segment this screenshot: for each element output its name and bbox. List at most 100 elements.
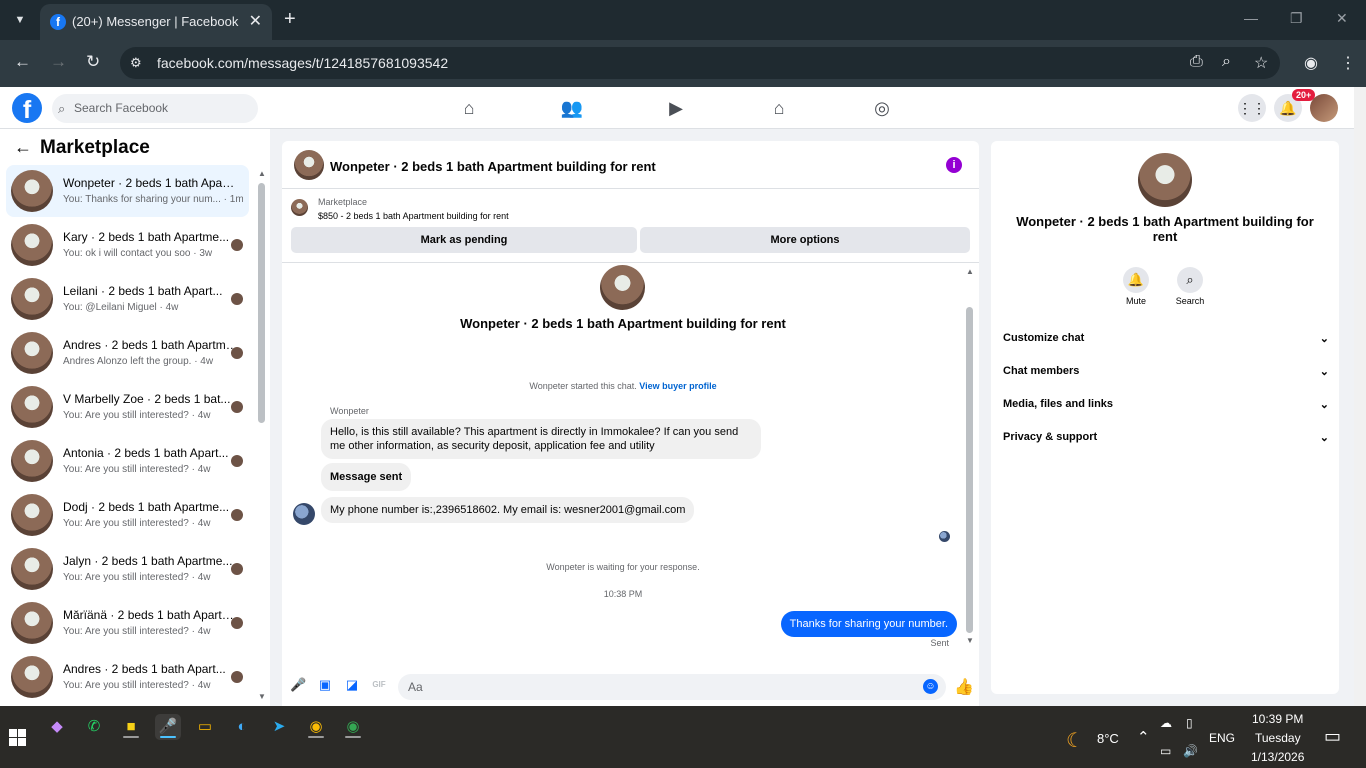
message-timestamp: 10:38 PM xyxy=(603,589,643,599)
customize-chat-row[interactable]: Customize chat ⌄ xyxy=(1003,332,1329,356)
clock-day[interactable]: Tuesday xyxy=(1255,731,1301,745)
edge-icon[interactable]: ◐ xyxy=(229,714,255,740)
input-language[interactable]: ENG xyxy=(1209,731,1235,745)
mark-as-pending-button[interactable]: Mark as pending xyxy=(291,227,637,253)
listing-thumbnail[interactable] xyxy=(291,199,308,216)
incoming-message-bubble[interactable]: Hello, is this still available? This apa… xyxy=(321,419,761,459)
conversation-preview: You: Are you still interested? · 4w xyxy=(63,410,211,421)
marketplace-icon[interactable]: ⌂ xyxy=(765,95,793,121)
facebook-logo-icon[interactable]: f xyxy=(12,93,42,124)
profile-icon[interactable]: ◉ xyxy=(1304,53,1318,73)
search-in-chat-icon[interactable]: ⌕ xyxy=(1177,267,1203,293)
maximize-icon[interactable]: ❐ xyxy=(1290,10,1303,27)
conversation-item[interactable]: Dodj · 2 beds 1 bath Apartme... You: Are … xyxy=(6,489,249,541)
copilot-icon[interactable]: ◆ xyxy=(44,714,70,740)
sticker-icon[interactable]: ◪ xyxy=(344,677,360,693)
minimize-icon[interactable]: — xyxy=(1244,10,1258,26)
more-options-button[interactable]: More options xyxy=(640,227,970,253)
conversation-item[interactable]: Jalyn · 2 beds 1 bath Apartme... You: Are… xyxy=(6,543,249,595)
whatsapp-icon[interactable]: ✆ xyxy=(81,714,107,740)
tab-search-chevron-icon[interactable]: ▼ xyxy=(8,8,32,32)
active-indicator xyxy=(160,736,176,738)
like-thumb-icon[interactable]: 👍 xyxy=(954,677,974,697)
thread-scroll-down-icon[interactable]: ▼ xyxy=(966,636,974,645)
back-icon[interactable]: ← xyxy=(14,52,31,72)
tray-app-icon[interactable]: ▯ xyxy=(1186,716,1193,730)
thread-scrollbar[interactable] xyxy=(966,307,973,633)
conversation-item[interactable]: Andres · 2 beds 1 bath Apartme... Andres … xyxy=(6,327,249,379)
account-avatar[interactable] xyxy=(1310,94,1338,122)
thread-scroll-up-icon[interactable]: ▲ xyxy=(966,267,974,276)
video-icon[interactable]: ▶ xyxy=(662,95,690,121)
chat-members-row[interactable]: Chat members ⌄ xyxy=(1003,365,1329,389)
media-files-links-row[interactable]: Media, files and links ⌄ xyxy=(1003,398,1329,422)
browser-tab-bar: ▼ f (20+) Messenger | Facebook ✕ + — ❐ ✕ xyxy=(0,0,1366,40)
forward-icon[interactable]: → xyxy=(50,52,67,72)
weather-moon-icon[interactable]: ☾ xyxy=(1066,728,1084,753)
conversation-item[interactable]: Antonia · 2 beds 1 bath Apart... You: Are… xyxy=(6,435,249,487)
details-avatar[interactable] xyxy=(1138,153,1192,207)
window-close-icon[interactable]: ✕ xyxy=(1336,10,1348,27)
facebook-search-input[interactable]: ⌕ Search Facebook xyxy=(52,94,258,123)
conversation-item[interactable]: Kary · 2 beds 1 bath Apartme... You: ok i… xyxy=(6,219,249,271)
reload-icon[interactable]: ↻ xyxy=(86,52,100,72)
tab-close-icon[interactable]: ✕ xyxy=(249,11,262,31)
new-tab-icon[interactable]: + xyxy=(284,8,296,30)
menu-grid-icon[interactable]: ⋮⋮ xyxy=(1238,94,1266,122)
windows-start-icon[interactable] xyxy=(9,729,26,746)
page-scrollbar[interactable] xyxy=(1354,87,1366,706)
sender-avatar[interactable] xyxy=(293,503,315,525)
incoming-message-bubble[interactable]: My phone number is:,2396518602. My email… xyxy=(321,497,695,523)
conversation-avatar xyxy=(11,332,53,374)
clock-date[interactable]: 1/13/2026 xyxy=(1251,750,1304,764)
home-icon[interactable]: ⌂ xyxy=(455,95,483,121)
thread-avatar[interactable] xyxy=(600,265,645,310)
network-icon[interactable]: ▭ xyxy=(1160,744,1171,758)
volume-icon[interactable]: 🔊 xyxy=(1183,744,1198,758)
info-icon[interactable]: i xyxy=(946,157,962,173)
clock-time[interactable]: 10:39 PM xyxy=(1252,712,1303,726)
mute-bell-icon[interactable]: 🔔 xyxy=(1123,267,1149,293)
conversation-name: Dodj · 2 beds 1 bath Apartme... xyxy=(63,500,230,514)
microphone-icon[interactable]: 🎤 xyxy=(290,677,306,693)
conversation-scrollbar[interactable] xyxy=(258,183,265,423)
conversation-name: Leilani · 2 beds 1 bath Apart... xyxy=(63,284,223,298)
site-settings-icon[interactable]: ⚙ xyxy=(130,55,142,71)
address-bar[interactable]: ⚙ facebook.com/messages/t/12418576810935… xyxy=(120,47,1280,79)
friends-icon[interactable]: 👥 xyxy=(558,95,586,121)
conversation-item[interactable]: V Marbelly Zoe · 2 beds 1 bat... You: Are… xyxy=(6,381,249,433)
search-placeholder: Search Facebook xyxy=(74,101,169,115)
tray-chevron-up-icon[interactable]: ⌃ xyxy=(1137,728,1150,746)
browser-menu-icon[interactable]: ⋮ xyxy=(1340,53,1356,73)
chat-pane: Wonpeter · 2 beds 1 bath Apartment build… xyxy=(282,141,979,706)
browser-tab[interactable]: f (20+) Messenger | Facebook ✕ xyxy=(40,4,272,40)
view-buyer-profile-link[interactable]: View buyer profile xyxy=(639,381,716,391)
chat-title[interactable]: Wonpeter · 2 beds 1 bath Apartment build… xyxy=(330,159,656,174)
scroll-down-icon[interactable]: ▼ xyxy=(258,692,266,701)
file-explorer-icon[interactable]: ▭ xyxy=(192,714,218,740)
gif-icon[interactable]: GIF xyxy=(371,677,387,693)
outgoing-message-bubble[interactable]: Thanks for sharing your number. xyxy=(780,611,957,637)
telegram-icon[interactable]: ➤ xyxy=(266,714,292,740)
listing-title[interactable]: $850 - 2 beds 1 bath Apartment building … xyxy=(318,211,509,221)
weather-temperature[interactable]: 8°C xyxy=(1097,731,1119,746)
groups-icon[interactable]: ◎ xyxy=(868,95,896,121)
conversation-item[interactable]: Wonpeter · 2 beds 1 bath Apart... You: Th… xyxy=(6,165,249,217)
onedrive-icon[interactable]: ☁ xyxy=(1160,716,1172,730)
conversation-item[interactable]: Andres · 2 beds 1 bath Apart... You: Are … xyxy=(6,651,249,703)
chat-avatar[interactable] xyxy=(294,150,324,180)
privacy-support-row[interactable]: Privacy & support ⌄ xyxy=(1003,431,1329,455)
zoom-icon[interactable]: ⌕ xyxy=(1222,53,1231,71)
conversation-item[interactable]: Leilani · 2 beds 1 bath Apart... You: @Le… xyxy=(6,273,249,325)
notification-center-icon[interactable]: ▭ xyxy=(1324,726,1341,747)
conversation-preview: You: Are you still interested? · 4w xyxy=(63,518,211,529)
install-app-icon[interactable]: ⎙ xyxy=(1190,53,1203,71)
emoji-icon[interactable]: ☺ xyxy=(923,679,938,694)
bookmark-star-icon[interactable]: ☆ xyxy=(1254,53,1268,73)
incoming-message-bubble[interactable]: Message sent xyxy=(321,463,412,491)
back-arrow-icon[interactable]: ← xyxy=(14,137,32,157)
photo-icon[interactable]: ▣ xyxy=(317,677,333,693)
message-input[interactable]: Aa ☺ xyxy=(398,674,946,700)
conversation-item[interactable]: Mărïänä · 2 beds 1 bath Apartm... You: Ar… xyxy=(6,597,249,649)
scroll-up-icon[interactable]: ▲ xyxy=(258,169,266,178)
